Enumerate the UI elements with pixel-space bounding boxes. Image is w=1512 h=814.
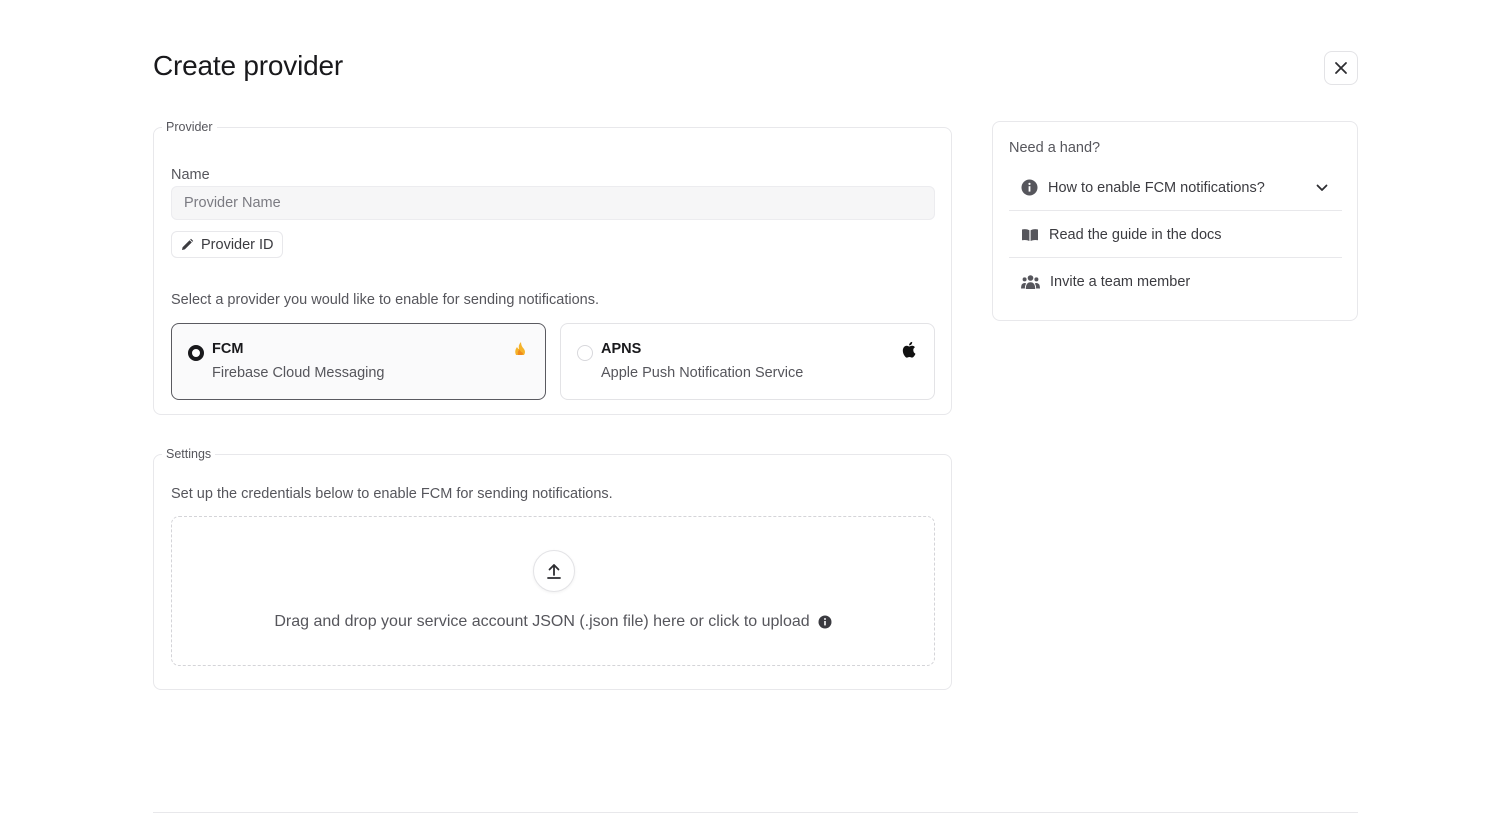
apns-title: APNS (601, 341, 642, 357)
dropzone-text: Drag and drop your service account JSON … (274, 613, 810, 630)
select-provider-prompt: Select a provider you would like to enab… (171, 292, 600, 308)
help-item-label: How to enable FCM notifications? (1048, 179, 1265, 196)
apple-icon (901, 341, 916, 358)
provider-id-button[interactable]: Provider ID (171, 231, 283, 258)
help-title: Need a hand? (1009, 140, 1101, 156)
info-icon[interactable] (818, 615, 832, 629)
provider-id-label: Provider ID (201, 236, 274, 253)
footer-divider (153, 812, 1358, 813)
upload-icon (546, 562, 562, 580)
firebase-icon (513, 341, 527, 357)
help-item-docs-guide[interactable]: Read the guide in the docs (1009, 212, 1342, 258)
help-panel: Need a hand? How to enable FCM notificat… (992, 121, 1358, 321)
provider-name-input[interactable] (171, 186, 935, 220)
name-label: Name (171, 167, 210, 183)
help-item-label: Read the guide in the docs (1049, 226, 1222, 243)
create-provider-page: Create provider Provider Name Provider I… (0, 0, 1512, 814)
upload-button[interactable] (533, 550, 575, 592)
fcm-subtitle: Firebase Cloud Messaging (212, 365, 385, 381)
settings-description: Set up the credentials below to enable F… (171, 486, 613, 502)
info-icon (1021, 179, 1038, 196)
team-icon (1021, 274, 1040, 290)
fcm-title: FCM (212, 341, 244, 357)
apns-radio[interactable] (577, 345, 593, 361)
provider-option-apns[interactable]: APNS Apple Push Notification Service (560, 323, 935, 400)
fcm-radio[interactable] (188, 345, 204, 361)
pencil-icon (180, 238, 194, 252)
settings-section: Settings Set up the credentials below to… (153, 447, 952, 690)
help-item-label: Invite a team member (1050, 274, 1191, 290)
page-title: Create provider (153, 50, 343, 81)
help-item-invite-member[interactable]: Invite a team member (1009, 259, 1342, 305)
provider-legend: Provider (166, 120, 213, 134)
json-upload-dropzone[interactable]: Drag and drop your service account JSON … (171, 516, 935, 666)
dropzone-instructions: Drag and drop your service account JSON … (172, 613, 934, 631)
help-item-enable-fcm[interactable]: How to enable FCM notifications? (1009, 165, 1342, 211)
provider-section: Provider Name Provider ID Select a provi… (153, 120, 952, 415)
apns-subtitle: Apple Push Notification Service (601, 365, 804, 381)
settings-legend: Settings (166, 447, 212, 461)
close-icon (1334, 61, 1348, 75)
chevron-down-icon[interactable] (1316, 184, 1328, 192)
provider-option-fcm[interactable]: FCM Firebase Cloud Messaging (171, 323, 546, 400)
book-icon (1021, 228, 1039, 242)
close-button[interactable] (1324, 51, 1358, 85)
